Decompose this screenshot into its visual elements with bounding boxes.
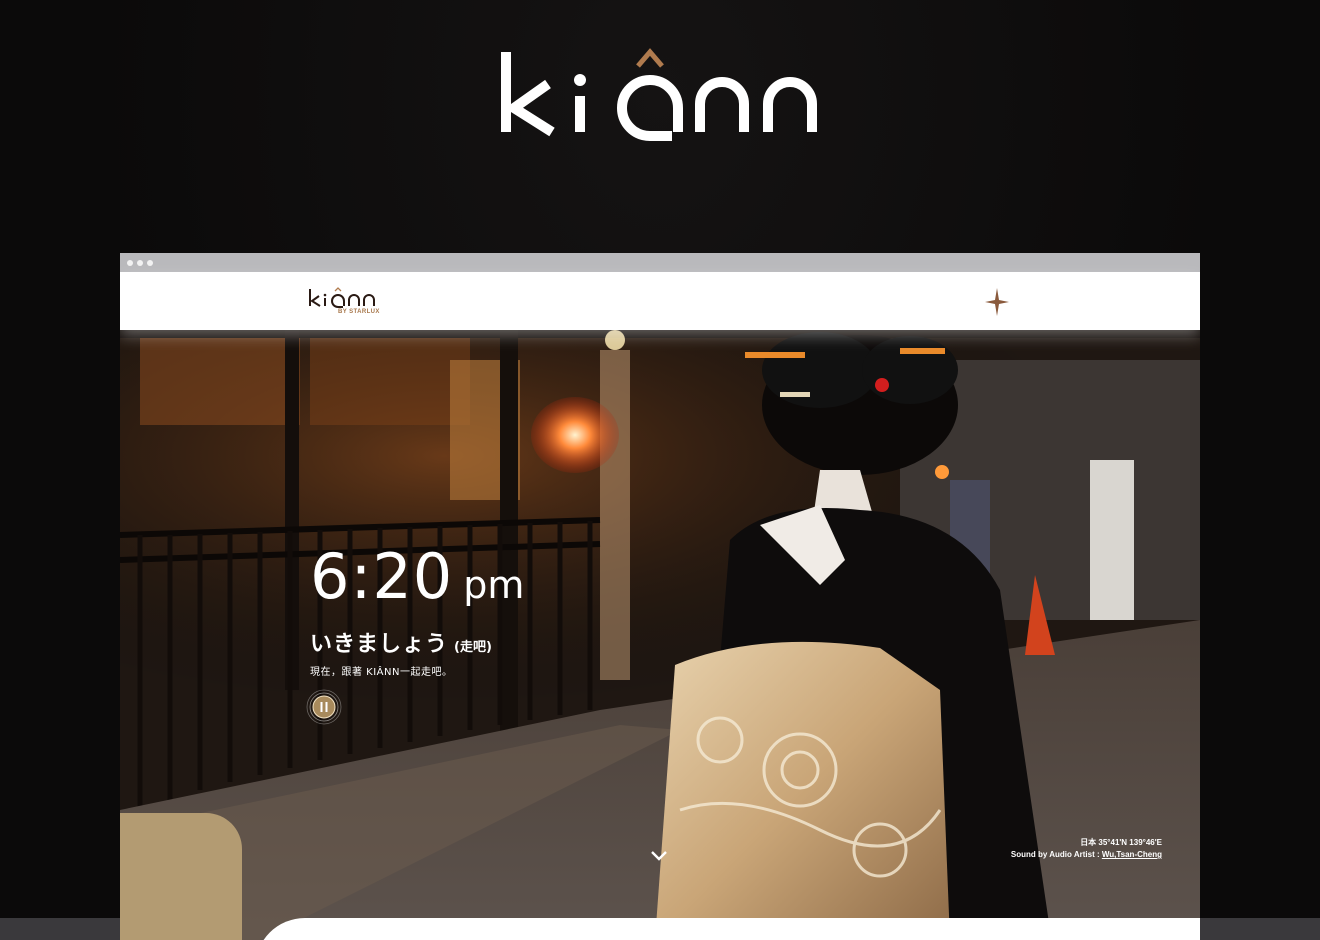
content-card-top bbox=[255, 918, 1200, 940]
browser-window: BY STARLUX 6:20 pm いきましょう (走吧) 現在，跟著 KIÂ… bbox=[120, 253, 1200, 940]
window-dot[interactable] bbox=[137, 259, 143, 266]
brand-logo-large bbox=[0, 40, 1320, 150]
japanese-heading: いきましょう (走吧) bbox=[310, 626, 492, 658]
clock-ampm: pm bbox=[463, 563, 525, 607]
sound-credit: Sound by Audio Artist : Wu,Tsan-Cheng bbox=[1011, 849, 1162, 861]
browser-titlebar bbox=[120, 253, 1200, 272]
credits: 日本 35°41'N 139°46'E Sound by Audio Artis… bbox=[1011, 837, 1162, 861]
clock-time: 6:20 bbox=[310, 540, 454, 613]
site-header: BY STARLUX bbox=[120, 272, 1200, 330]
japanese-translation: (走吧) bbox=[454, 640, 492, 655]
location-coordinates: 日本 35°41'N 139°46'E bbox=[1080, 838, 1162, 847]
gold-corner-tab[interactable] bbox=[120, 813, 242, 940]
artist-link[interactable]: Wu,Tsan-Cheng bbox=[1102, 850, 1162, 859]
hero-tagline: 現在，跟著 KIÂNN一起走吧。 bbox=[310, 667, 453, 678]
logo-mark bbox=[501, 48, 817, 141]
compass-star-icon[interactable] bbox=[983, 286, 1011, 318]
clock-display: 6:20 pm bbox=[310, 540, 524, 613]
window-dot[interactable] bbox=[147, 259, 153, 266]
sound-credit-label: Sound by Audio Artist : bbox=[1010, 850, 1102, 859]
pause-icon[interactable] bbox=[306, 689, 342, 725]
japanese-phrase: いきましょう bbox=[310, 632, 449, 657]
window-dot[interactable] bbox=[127, 259, 133, 266]
chevron-down-icon[interactable] bbox=[650, 850, 668, 862]
header-byline: BY STARLUX bbox=[338, 309, 380, 315]
